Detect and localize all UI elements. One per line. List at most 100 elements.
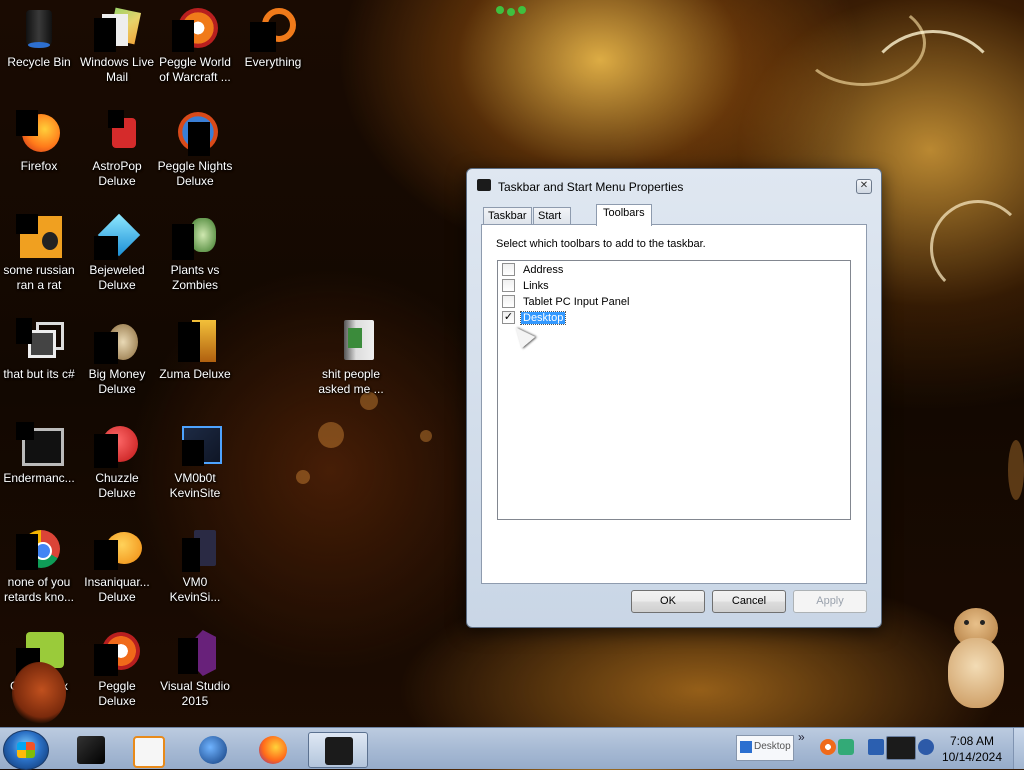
clock-date: 10/14/2024 <box>941 750 1002 764</box>
close-button[interactable]: ✕ <box>856 179 872 194</box>
taskbar-app-media-player[interactable] <box>120 732 170 768</box>
desktop-icon-plants-vs-zombies[interactable]: Plants vs Zombies <box>156 214 234 293</box>
taskbar-app-firefox[interactable] <box>246 732 296 766</box>
desktop-icon-peggle-wow[interactable]: Peggle World of Warcraft ... <box>156 6 234 85</box>
desktop-icon-label: some russian ran a rat <box>3 263 75 292</box>
desktop-icon-peggle-nights[interactable]: Peggle Nights Deluxe <box>156 110 234 189</box>
visual-studio-icon <box>172 630 218 676</box>
terminal-icon <box>16 422 64 468</box>
peggle-icon <box>172 110 218 156</box>
firefox-icon <box>259 736 287 764</box>
chrome-icon <box>16 526 62 572</box>
desktop-toolbar[interactable]: Desktop <box>736 735 794 761</box>
toolbar-item-links[interactable]: Links <box>502 278 551 294</box>
windows-logo-icon <box>17 742 35 758</box>
desktop-icon-label: Big Money Deluxe <box>88 367 146 396</box>
properties-window-icon <box>325 737 353 765</box>
desktop-icon-endermanch[interactable]: Endermanc... <box>0 422 78 486</box>
desktop-icon-zuma[interactable]: Zuma Deluxe <box>156 318 234 382</box>
apply-button[interactable]: Apply <box>793 590 867 613</box>
ok-button[interactable]: OK <box>631 590 705 613</box>
desktop-icon-visual-studio[interactable]: Visual Studio 2015 <box>156 630 234 709</box>
peggle-icon <box>172 6 218 52</box>
desktop-icon-russian-rat[interactable]: some russian ran a rat <box>0 214 78 293</box>
desktop-icon-label: Bejeweled Deluxe <box>89 263 145 292</box>
tablet-pc-checkbox[interactable] <box>502 294 515 308</box>
desktop-icon-label: Endermanc... <box>3 471 75 485</box>
dialog-title: Taskbar and Start Menu Properties <box>498 180 684 194</box>
links-checkbox[interactable] <box>502 278 515 292</box>
taskbar-properties-icon <box>477 179 491 191</box>
app-icon <box>16 214 62 260</box>
dialog-titlebar[interactable]: Taskbar and Start Menu Properties ✕ <box>467 169 881 203</box>
desktop-icon-vm0b0t-kevinsite[interactable]: VM0b0t KevinSite <box>156 422 234 501</box>
desktop-icon-that-but-csharp[interactable]: that but its c# <box>0 318 78 382</box>
taskbar-properties-dialog: Taskbar and Start Menu Properties ✕ Task… <box>466 168 882 628</box>
globe-tray-icon[interactable] <box>918 739 934 755</box>
taskbar: Desktop » 7:08 AM 10/14/2024 <box>0 727 1024 770</box>
tab-start-menu[interactable]: Start Menu <box>533 207 571 239</box>
desktop-icon-label: VM0b0t KevinSite <box>169 471 221 500</box>
desktop-icon-insaniquarium[interactable]: Insaniquar... Deluxe <box>78 526 156 605</box>
toolbar-item-label: Tablet PC Input Panel <box>523 296 630 308</box>
toolbar-item-address[interactable]: Address <box>502 262 565 278</box>
file-icon <box>172 526 218 572</box>
desktop-icon-label: shit people asked me ... <box>318 367 384 396</box>
taskbar-app-terminal[interactable] <box>64 732 114 766</box>
firefox-icon <box>16 110 62 156</box>
desktop-icon-label: Chuzzle Deluxe <box>95 471 139 500</box>
desktop-icon-label: Windows Live Mail <box>79 55 155 84</box>
desktop-icon-label: Peggle Nights Deluxe <box>157 159 233 188</box>
shortcut-icon <box>16 318 64 364</box>
desktop-icon-label: Everything <box>244 55 302 69</box>
desktop-icon-peggle-deluxe[interactable]: Peggle Deluxe <box>78 630 156 709</box>
desktop-icon-label: Recycle Bin <box>7 55 71 69</box>
desktop-icon-recycle-bin[interactable]: Recycle Bin <box>0 6 78 70</box>
desktop-icon-astropop[interactable]: AstroPop Deluxe <box>78 110 156 189</box>
desktop-icon-vm0-kevinsi[interactable]: VM0 KevinSi... <box>156 526 234 605</box>
toolbar-item-label: Links <box>523 280 549 292</box>
toolbars-listbox[interactable]: Address Links Tablet PC Input Panel ✓ Des… <box>497 260 851 520</box>
vm-icon <box>172 422 222 468</box>
toolbar-item-tablet-pc[interactable]: Tablet PC Input Panel <box>502 294 631 310</box>
app-tray-icon[interactable] <box>838 739 854 755</box>
desktop-icon-shit-people-asked[interactable]: shit people asked me ... <box>312 318 390 397</box>
desktop-icon-label: that but its c# <box>3 367 75 381</box>
desktop-icon-label: none of you retards kno... <box>3 575 75 604</box>
hamster-sticker <box>946 608 1006 708</box>
show-desktop-button[interactable] <box>1013 728 1024 769</box>
desktop-icon-everything[interactable]: Everything <box>234 6 312 70</box>
desktop-icon-bejeweled[interactable]: Bejeweled Deluxe <box>78 213 156 293</box>
everything-search-icon <box>250 6 296 52</box>
desktop-icon-windows-live-mail[interactable]: Windows Live Mail <box>78 6 156 85</box>
desktop-icon-label: Peggle World of Warcraft ... <box>159 55 231 84</box>
desktop-icon-chuzzle[interactable]: Chuzzle Deluxe <box>78 422 156 501</box>
peggle-tray-icon[interactable] <box>820 739 836 755</box>
instruction-text: Select which toolbars to add to the task… <box>496 238 706 250</box>
network-tray-icon[interactable] <box>868 739 884 755</box>
toolbar-item-desktop[interactable]: ✓ Desktop <box>502 310 567 326</box>
tab-taskbar[interactable]: Taskbar <box>483 207 532 225</box>
toolbar-chevron-icon[interactable]: » <box>798 730 805 744</box>
desktop-icon-label: Insaniquar... Deluxe <box>84 575 150 604</box>
desktop-icon-big-money[interactable]: Big Money Deluxe <box>78 318 156 397</box>
terminal-icon <box>77 736 105 764</box>
taskbar-app-globe[interactable] <box>186 732 236 766</box>
address-checkbox[interactable] <box>502 262 515 276</box>
toolbar-item-label: Address <box>523 264 564 276</box>
desktop-icon-label: Visual Studio 2015 <box>160 679 230 708</box>
toolbar-item-label: Desktop <box>519 311 567 325</box>
zuma-icon <box>172 318 218 364</box>
clock[interactable]: 7:08 AM 10/14/2024 <box>942 733 1002 765</box>
desktop-icon-none-of-you[interactable]: none of you retards kno... <box>0 526 78 605</box>
desktop-icon-label: Plants vs Zombies <box>170 263 220 292</box>
desktop-icon-firefox[interactable]: Firefox <box>0 110 78 174</box>
start-button[interactable] <box>3 730 49 770</box>
taskbar-app-properties-window[interactable] <box>308 732 368 768</box>
properties-tray-icon[interactable] <box>886 736 916 760</box>
hedgehog-overlay <box>12 662 66 724</box>
green-lights-decor <box>496 4 526 16</box>
cancel-button[interactable]: Cancel <box>712 590 786 613</box>
tab-toolbars[interactable]: Toolbars <box>596 204 652 226</box>
desktop-checkbox[interactable]: ✓ <box>502 310 515 324</box>
